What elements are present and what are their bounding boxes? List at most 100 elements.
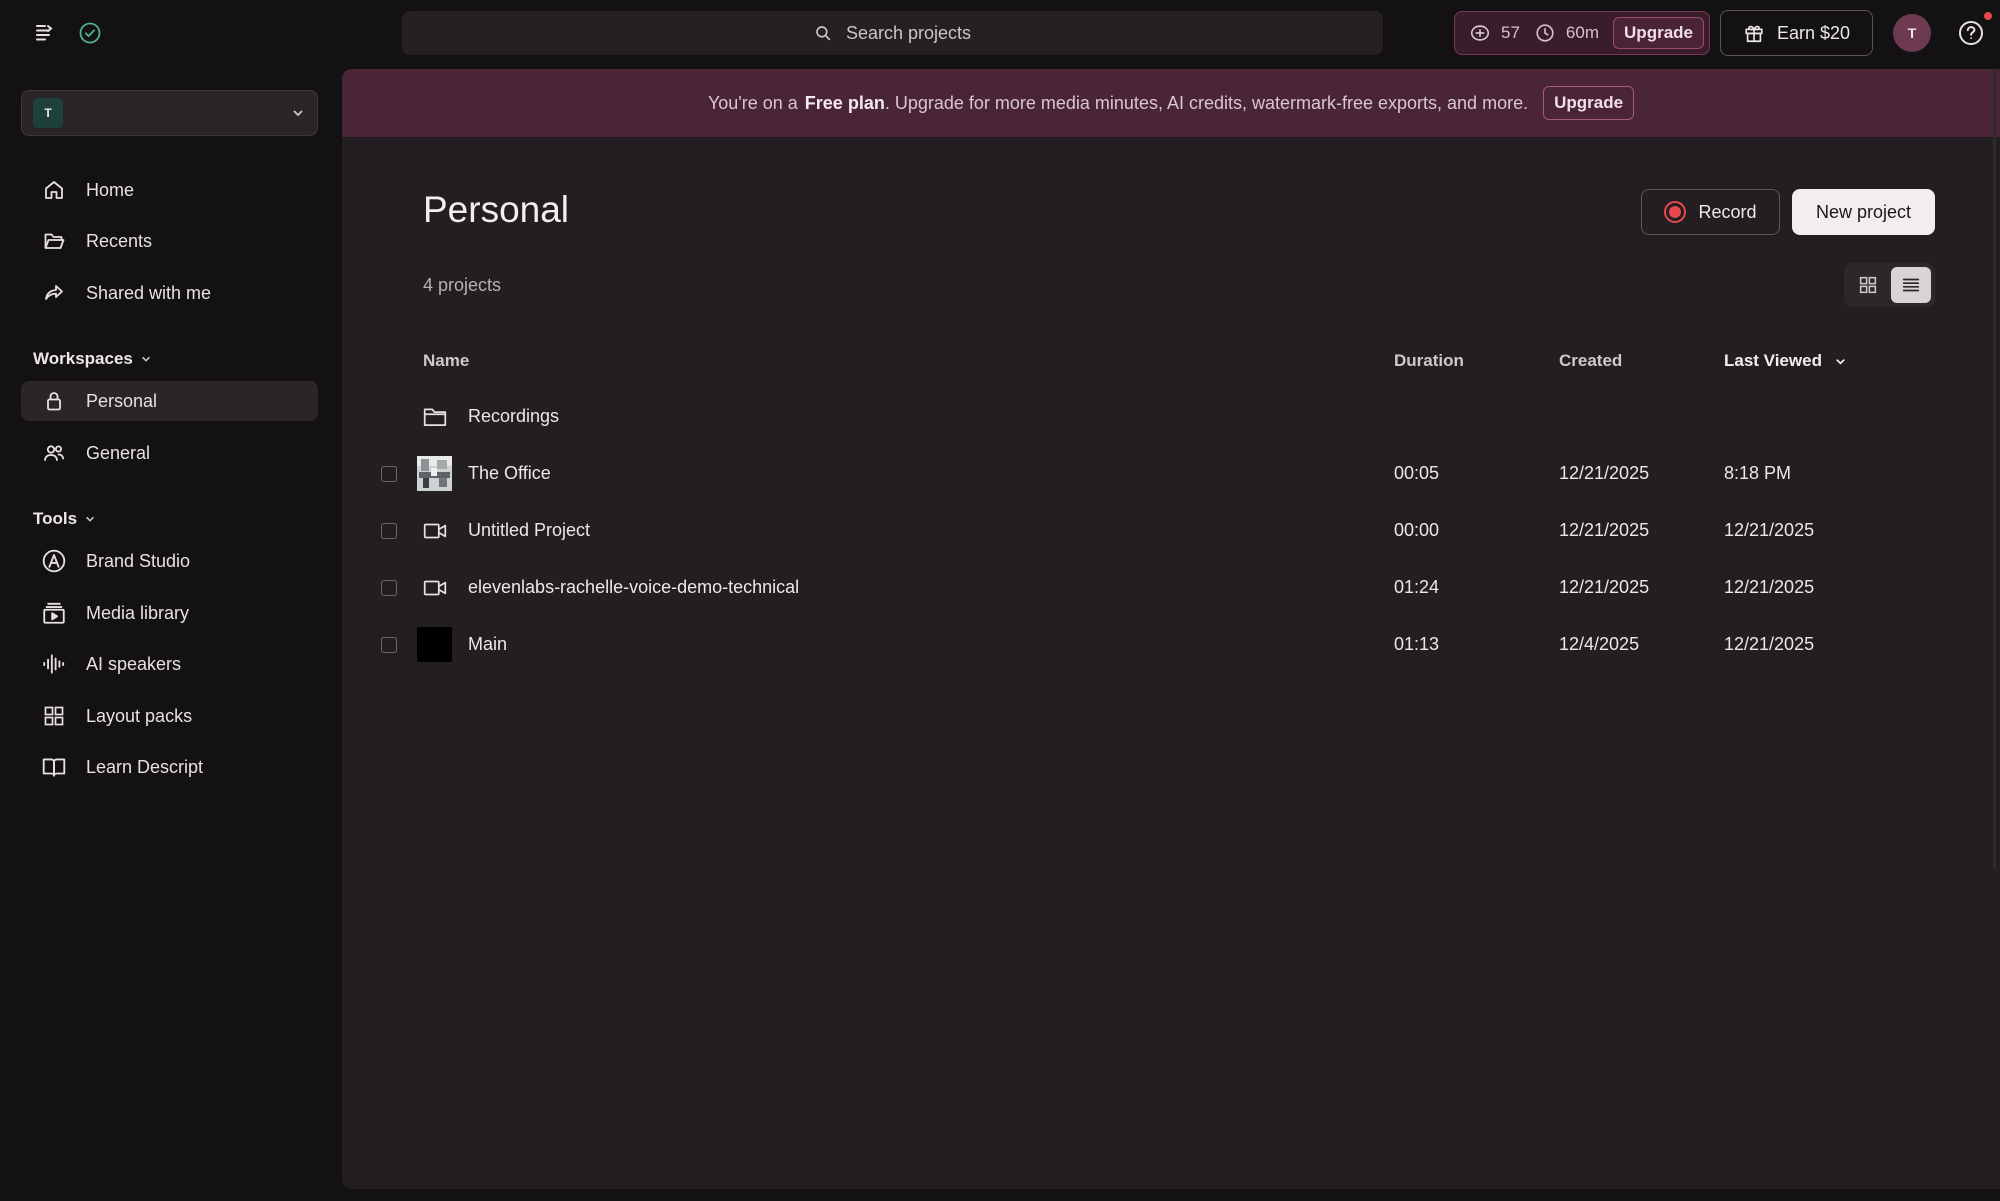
sidebar-item-brand-studio[interactable]: Brand Studio <box>21 541 318 581</box>
sidebar-item-layout-packs[interactable]: Layout packs <box>21 696 318 736</box>
folder-open-icon <box>40 227 68 255</box>
record-icon <box>1664 201 1687 223</box>
upgrade-button[interactable]: Upgrade <box>1613 17 1704 49</box>
chevron-down-icon <box>142 356 150 362</box>
row-name: Untitled Project <box>468 520 591 540</box>
row-last-viewed: 12/21/2025 <box>1724 577 1815 597</box>
record-button[interactable]: Record <box>1641 189 1780 235</box>
search-icon <box>816 26 831 41</box>
row-last-viewed: 12/21/2025 <box>1724 520 1815 540</box>
column-header-duration[interactable]: Duration <box>1394 351 1464 371</box>
row-duration: 01:13 <box>1394 634 1440 654</box>
column-header-label: Last Viewed <box>1724 351 1822 370</box>
table-row[interactable]: Recordings <box>342 388 2000 445</box>
sidebar-item-label: Shared with me <box>86 282 212 303</box>
sidebar-item-personal[interactable]: Personal <box>21 381 318 421</box>
search-input[interactable]: Search projects <box>402 11 1383 55</box>
sidebar-item-label: Layout packs <box>86 705 193 726</box>
workspaces-heading[interactable]: Workspaces <box>33 347 152 371</box>
banner-upgrade-button[interactable]: Upgrade <box>1543 86 1635 120</box>
banner-prefix: You're on a <box>707 92 798 113</box>
sidebar-item-general[interactable]: General <box>21 433 318 473</box>
row-name: elevenlabs-rachelle-voice-demo-technical <box>468 577 800 597</box>
sidebar-item-label: General <box>86 442 151 463</box>
row-checkbox[interactable] <box>381 580 397 596</box>
sidebar-item-home[interactable]: Home <box>21 170 318 210</box>
record-label: Record <box>1698 201 1757 222</box>
clock-icon <box>1536 24 1554 42</box>
search-placeholder: Search projects <box>845 22 972 43</box>
tools-heading[interactable]: Tools <box>33 507 96 531</box>
row-created: 12/21/2025 <box>1559 520 1650 540</box>
column-header-created[interactable]: Created <box>1559 351 1622 371</box>
chevron-down-icon <box>293 110 303 117</box>
workspaces-heading-label: Workspaces <box>33 349 133 368</box>
table-row[interactable]: Main 01:13 12/4/2025 12/21/2025 <box>342 616 2000 673</box>
video-camera-icon <box>417 570 452 605</box>
row-last-viewed: 12/21/2025 <box>1724 634 1815 654</box>
column-header-name[interactable]: Name <box>423 351 469 371</box>
ai-credits-count: 57 <box>1501 23 1520 42</box>
sidebar-item-learn-descript[interactable]: Learn Descript <box>21 747 318 787</box>
project-count: 4 projects <box>423 275 502 295</box>
banner-plan: Free plan <box>804 92 885 113</box>
sidebar-item-shared[interactable]: Shared with me <box>21 273 318 313</box>
row-name: Main <box>468 634 508 654</box>
row-name: The Office <box>468 463 551 483</box>
sidebar-item-ai-speakers[interactable]: AI speakers <box>21 644 318 684</box>
sidebar-item-label: AI speakers <box>86 653 182 674</box>
book-icon <box>40 753 68 781</box>
earn-referral-button[interactable]: Earn $20 <box>1720 10 1873 56</box>
table-row[interactable]: Untitled Project 00:00 12/21/2025 12/21/… <box>342 502 2000 559</box>
thumbnail-image <box>417 456 452 491</box>
usage-meter[interactable]: 57 60m Upgrade <box>1454 11 1710 55</box>
column-header-last-viewed[interactable]: Last Viewed <box>1724 351 1847 371</box>
grid-icon <box>40 702 68 730</box>
list-view-button[interactable] <box>1891 267 1931 303</box>
brand-studio-icon <box>40 547 68 575</box>
top-bar: Search projects 57 60m Upgrade Earn $20 … <box>0 0 2000 66</box>
folder-icon <box>417 399 452 434</box>
row-name: Recordings <box>468 406 560 426</box>
video-camera-icon <box>417 513 452 548</box>
row-created: 12/21/2025 <box>1559 463 1650 483</box>
sidebar-item-label: Brand Studio <box>86 550 191 571</box>
row-duration: 00:05 <box>1394 463 1440 483</box>
sidebar-item-label: Home <box>86 179 135 200</box>
view-toggle <box>1844 263 1935 307</box>
row-checkbox[interactable] <box>381 637 397 653</box>
gift-icon <box>1745 25 1763 43</box>
share-icon <box>40 279 68 307</box>
grid-view-button[interactable] <box>1848 267 1888 303</box>
sidebar-toggle-icon[interactable] <box>26 15 62 51</box>
media-minutes: 60m <box>1565 23 1599 42</box>
media-library-icon <box>40 599 68 627</box>
sync-status-icon[interactable] <box>72 15 108 51</box>
workspace-badge: T <box>33 98 63 128</box>
lock-icon <box>40 387 68 415</box>
row-duration: 00:00 <box>1394 520 1440 540</box>
upgrade-banner: You're on a Free plan. Upgrade for more … <box>342 69 2000 137</box>
sidebar-item-media-library[interactable]: Media library <box>21 593 318 633</box>
sidebar-item-label: Personal <box>86 390 158 411</box>
scrollbar[interactable] <box>1993 69 1996 869</box>
new-project-button[interactable]: New project <box>1792 189 1935 235</box>
row-last-viewed: 8:18 PM <box>1724 463 1792 483</box>
avatar[interactable]: T <box>1893 14 1931 52</box>
row-checkbox[interactable] <box>381 466 397 482</box>
chevron-down-icon <box>86 516 94 522</box>
earn-label: Earn $20 <box>1776 22 1851 43</box>
help-icon[interactable] <box>1953 15 1989 51</box>
table-row[interactable]: The Office 00:05 12/21/2025 8:18 PM <box>342 445 2000 502</box>
row-created: 12/4/2025 <box>1559 634 1640 654</box>
workspace-selector[interactable]: T <box>21 90 318 136</box>
banner-suffix: . Upgrade for more media minutes, AI cre… <box>884 92 1529 113</box>
row-checkbox[interactable] <box>381 523 397 539</box>
notification-dot <box>1984 12 1992 20</box>
grid-view-icon <box>1859 276 1877 294</box>
table-row[interactable]: elevenlabs-rachelle-voice-demo-technical… <box>342 559 2000 616</box>
sidebar-item-recents[interactable]: Recents <box>21 221 318 261</box>
ai-credits-icon <box>1470 25 1490 41</box>
waveform-icon <box>40 650 68 678</box>
list-view-icon <box>1902 278 1920 292</box>
